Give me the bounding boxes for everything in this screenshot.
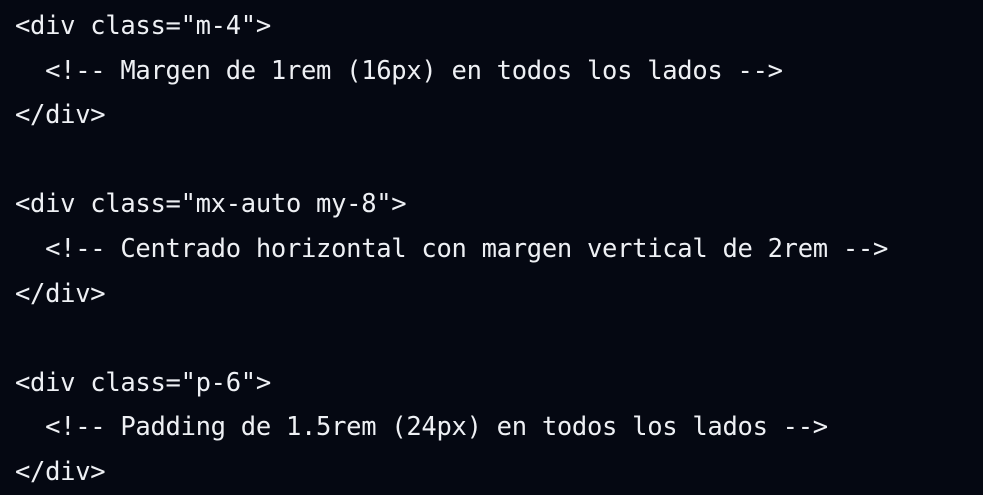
code-line-2: <!-- Margen de 1rem (16px) en todos los …: [15, 55, 783, 86]
code-block: <div class="m-4"> <!-- Margen de 1rem (1…: [0, 0, 983, 487]
code-line-11: </div>: [15, 456, 106, 487]
code-line-6: <!-- Centrado horizontal con margen vert…: [15, 233, 889, 264]
code-line-9: <div class="p-6">: [15, 367, 271, 398]
code-line-1: <div class="m-4">: [15, 11, 271, 41]
code-line-10: <!-- Padding de 1.5rem (24px) en todos l…: [15, 412, 828, 443]
code-line-3: </div>: [15, 100, 106, 131]
code-line-7: </div>: [15, 278, 106, 309]
code-line-5: <div class="mx-auto my-8">: [15, 189, 407, 220]
